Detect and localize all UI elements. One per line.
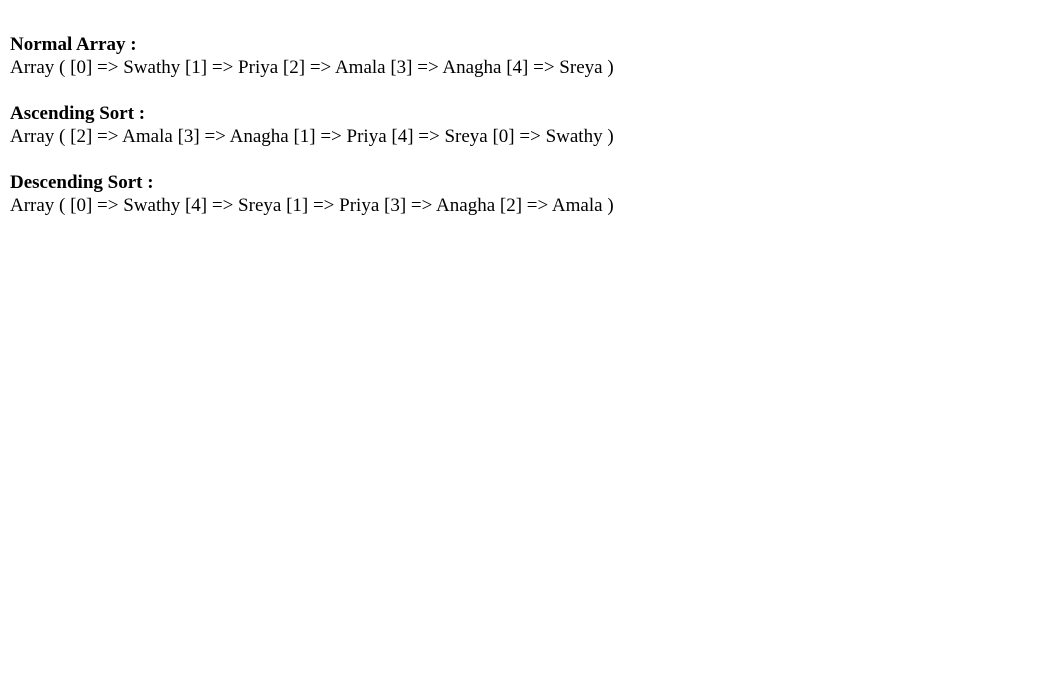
normal-array-output: Array ( [0] => Swathy [1] => Priya [2] =… [10, 57, 614, 78]
page-content: Normal Array : Array ( [0] => Swathy [1]… [10, 33, 1040, 240]
descending-sort-section: Descending Sort : Array ( [0] => Swathy … [10, 171, 1040, 217]
descending-sort-output: Array ( [0] => Swathy [4] => Sreya [1] =… [10, 195, 614, 216]
ascending-sort-heading: Ascending Sort : [10, 103, 146, 124]
ascending-sort-section: Ascending Sort : Array ( [2] => Amala [3… [10, 102, 1040, 148]
ascending-sort-output: Array ( [2] => Amala [3] => Anagha [1] =… [10, 126, 614, 147]
normal-array-heading: Normal Array : [10, 34, 137, 55]
normal-array-section: Normal Array : Array ( [0] => Swathy [1]… [10, 33, 1040, 79]
descending-sort-heading: Descending Sort : [10, 172, 154, 193]
